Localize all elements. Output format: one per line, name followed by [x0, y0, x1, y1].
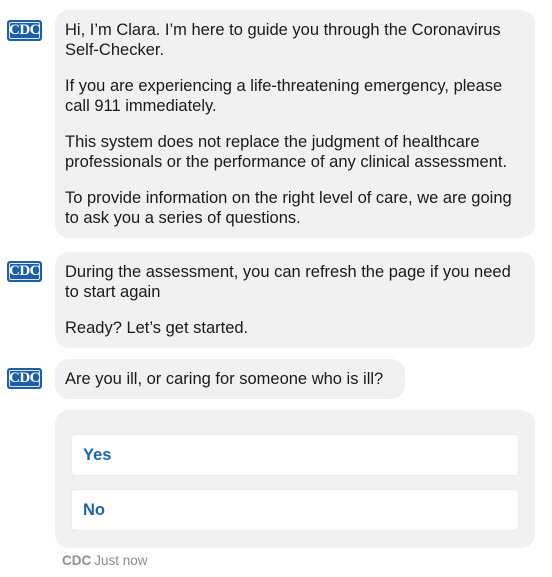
- message-meta: CDC Just now: [62, 553, 148, 569]
- cdc-avatar: CDC: [7, 20, 42, 41]
- cdc-avatar: CDC: [7, 261, 42, 282]
- message-text: During the assessment, you can refresh t…: [65, 263, 511, 301]
- message-bubble: During the assessment, you can refresh t…: [55, 252, 535, 348]
- message-text: This system does not replace the judgmen…: [65, 133, 508, 171]
- question-text: Are you ill, or caring for someone who i…: [65, 370, 384, 388]
- message-text: Ready? Let’s get started.: [65, 319, 249, 337]
- message-bubble: Hi, I’m Clara. I’m here to guide you thr…: [55, 10, 535, 238]
- cdc-avatar: CDC: [7, 368, 42, 389]
- message-bubble: Are you ill, or caring for someone who i…: [55, 359, 405, 399]
- timestamp: Just now: [94, 553, 148, 568]
- message-text: If you are experiencing a life-threateni…: [65, 77, 503, 115]
- message-text: To provide information on the right leve…: [65, 189, 512, 227]
- message-text: Hi, I’m Clara. I’m here to guide you thr…: [65, 21, 501, 59]
- sender-label: CDC: [62, 553, 92, 568]
- option-yes-button[interactable]: Yes: [71, 434, 519, 476]
- answer-options: Yes No: [55, 410, 535, 548]
- option-no-button[interactable]: No: [71, 489, 519, 531]
